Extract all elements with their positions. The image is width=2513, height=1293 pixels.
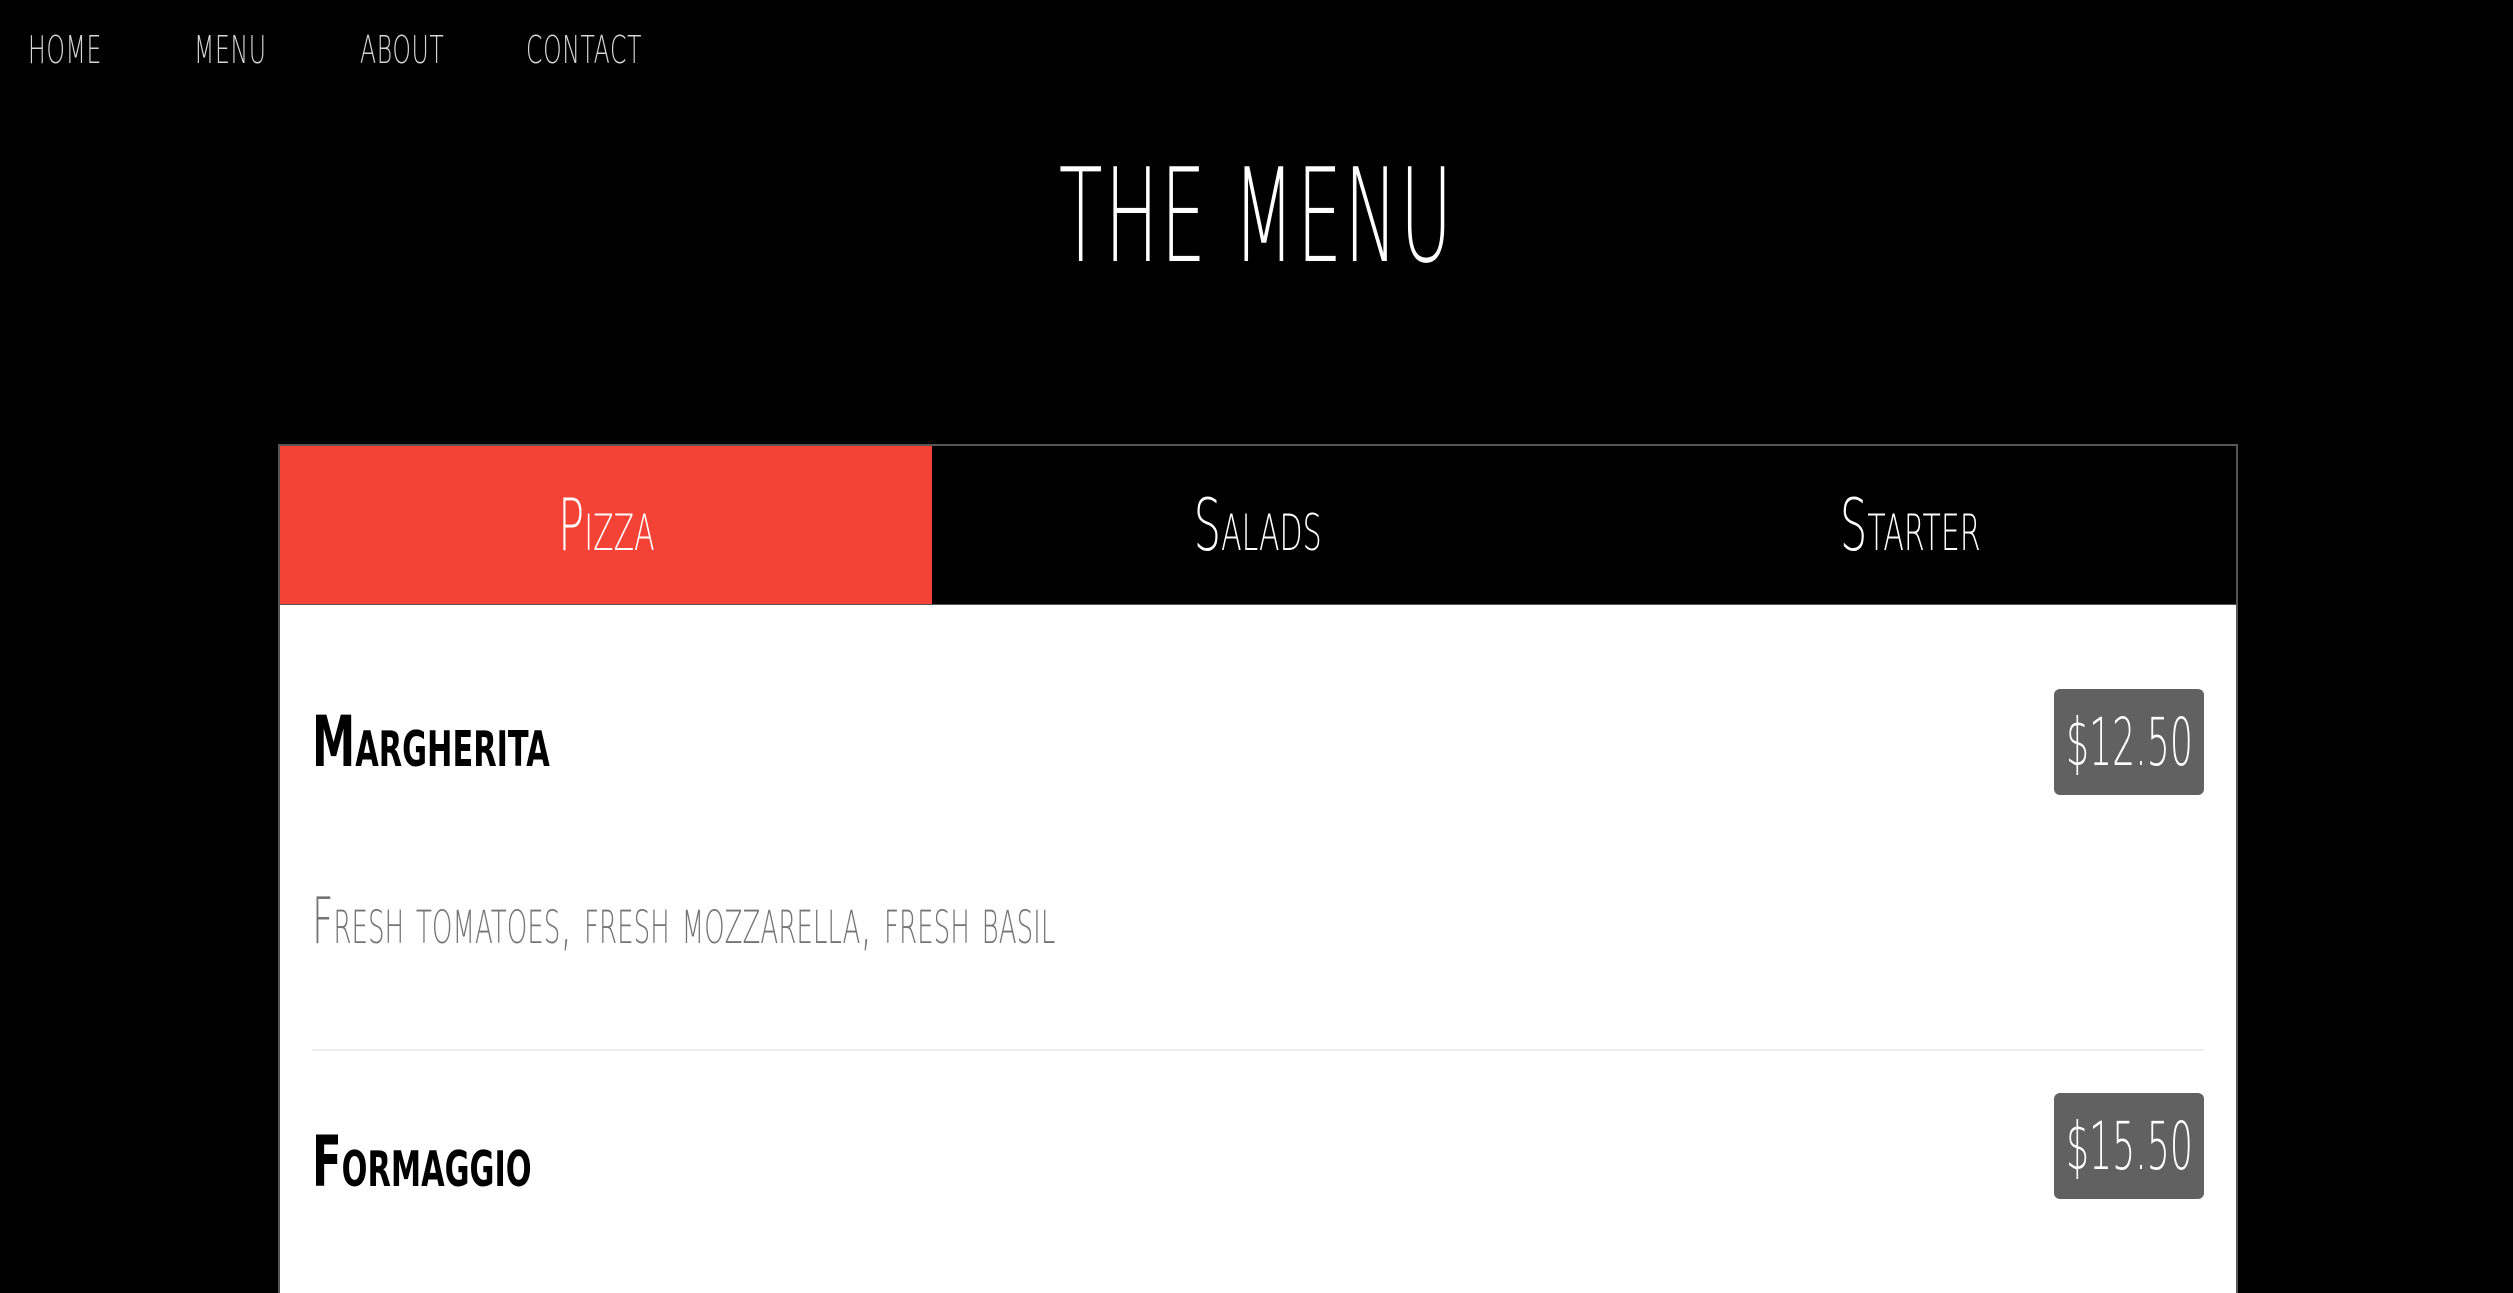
menu-item-name: Formaggio <box>312 1121 532 1203</box>
top-navigation: HOME MENU ABOUT CONTACT <box>0 0 692 100</box>
menu-item: Formaggio $15.50 <box>312 1051 2204 1293</box>
menu-item-name: Margherita <box>312 701 550 783</box>
tab-starter-label: Starter <box>1839 483 1981 567</box>
tab-pizza-label: Pizza <box>557 483 655 567</box>
menu-panel: Pizza Salads Starter Margherita $12.50 F… <box>278 444 2238 1293</box>
tab-pizza[interactable]: Pizza <box>280 446 932 604</box>
price-badge: $15.50 <box>2054 1093 2204 1199</box>
nav-link-home[interactable]: HOME <box>28 28 101 72</box>
menu-item: Margherita $12.50 Fresh tomatoes, fresh … <box>312 605 2204 1051</box>
nav-link-about[interactable]: ABOUT <box>360 28 444 72</box>
price-text: $12.50 <box>2065 703 2193 781</box>
price-text: $15.50 <box>2065 1107 2193 1185</box>
menu-items-list: Margherita $12.50 Fresh tomatoes, fresh … <box>280 605 2236 1293</box>
menu-item-description: Fresh tomatoes, fresh mozzarella, fresh … <box>312 885 1056 959</box>
page-title: THE MENU <box>0 140 2513 292</box>
tab-salads-label: Salads <box>1193 483 1322 567</box>
menu-tabs: Pizza Salads Starter <box>280 446 2236 605</box>
nav-link-contact[interactable]: CONTACT <box>526 28 641 72</box>
price-badge: $12.50 <box>2054 689 2204 795</box>
page-title-text: THE MENU <box>1058 140 1455 292</box>
nav-link-menu[interactable]: MENU <box>194 28 266 72</box>
tab-salads[interactable]: Salads <box>932 446 1584 604</box>
tab-starter[interactable]: Starter <box>1584 446 2236 604</box>
